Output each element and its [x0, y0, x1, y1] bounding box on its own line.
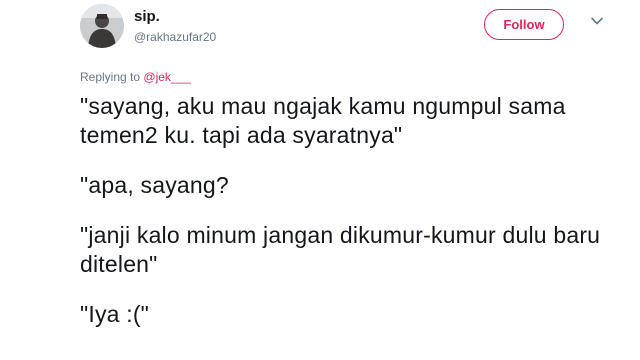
tweet-paragraph: "janji kalo minum jangan dikumur-kumur d…	[80, 222, 601, 277]
follow-button[interactable]: Follow	[484, 9, 564, 40]
chevron-down-icon[interactable]	[590, 14, 604, 28]
tweet-text: "sayang, aku mau ngajak kamu ngumpul sam…	[80, 92, 625, 350]
author-name[interactable]: sip.	[134, 8, 160, 25]
avatar[interactable]	[80, 4, 124, 48]
replying-to-label: Replying to	[80, 70, 141, 84]
replying-to: Replying to @jek___	[80, 70, 191, 84]
mention-link[interactable]: @jek___	[143, 70, 191, 84]
tweet-paragraph: "Iya :("	[80, 301, 150, 327]
tweet-paragraph: "apa, sayang?	[80, 172, 229, 198]
tweet-paragraph: "sayang, aku mau ngajak kamu ngumpul sam…	[80, 93, 566, 148]
avatar-photo	[80, 4, 124, 48]
author-handle[interactable]: @rakhazufar20	[134, 30, 216, 44]
